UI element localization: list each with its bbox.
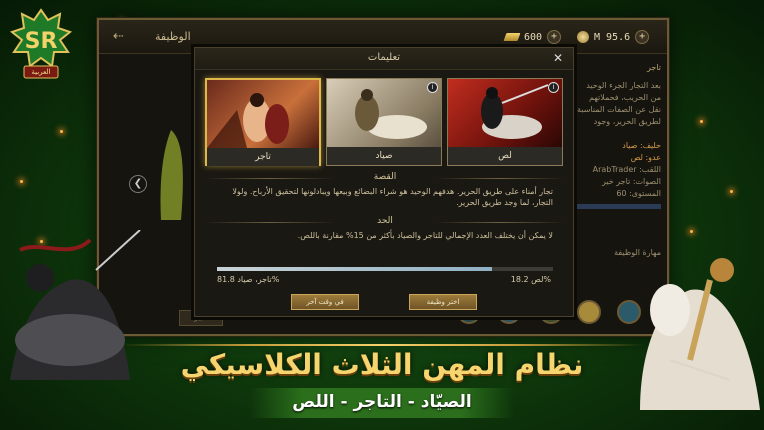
ember-decoration [60,130,63,133]
job-info-line: الصوات: تاجر خير [601,177,661,186]
job-card-thief[interactable]: i لص [447,78,563,166]
job-info-description: بعد التجار الجرء الوحيد من الحريب، فحملا… [577,81,661,126]
dialog-title: تعليمات [367,52,401,63]
job-info-line: اللقب: ArabTrader [592,165,661,174]
later-button[interactable]: في وقت آخر [291,294,359,310]
job-card-trader[interactable]: تاجر [205,78,321,166]
job-level-bar [575,204,661,209]
job-info-line: حليف: صياد [622,141,661,150]
instructions-dialog: تعليمات ✕ تاجر i صياد i لص القصة تجار أم… [194,47,574,317]
story-heading: القصة [205,172,565,182]
game-window: ⇠ الوظيفة 600 + M 95.6 + ❮ تاجر بعد التج… [97,18,669,336]
add-gold-button[interactable]: + [547,30,562,44]
hunter-artwork: i [327,79,441,147]
silver-counter: M 95.6 + [577,28,650,46]
background-figure [160,130,183,220]
info-icon[interactable]: i [548,82,559,93]
thief-percent: لص 18.2% [510,275,551,284]
job-ratio-bar [217,267,553,271]
banner-title: نظام المهن الثلاث الكلاسيكي [180,348,584,381]
close-icon[interactable]: ✕ [553,51,563,65]
svg-text:SR: SR [25,29,58,54]
logo-caption: العربية [31,68,51,76]
job-info-heading: تاجر [646,63,661,72]
add-silver-button[interactable]: + [635,30,650,44]
gold-bar-icon [503,33,521,41]
ember-decoration [730,190,733,193]
limit-text: لا يمكن أن يختلف العدد الإجمالي للتاجر و… [297,231,553,240]
choose-job-button[interactable]: اختر وظيفة [409,294,477,310]
dialog-header: تعليمات ✕ [195,48,573,70]
game-logo: SR العربية [8,6,74,86]
job-card-label: لص [448,147,562,165]
job-info-line: المستوى: 60 [616,189,661,198]
job-info-line: عدو: لص [630,153,661,162]
story-text: تجار أمناء على طريق الحرير. هدفهم الوحيد… [232,187,553,207]
info-icon[interactable]: i [427,82,438,93]
gold-value: 600 [524,31,543,43]
thief-artwork: i [448,79,562,147]
job-card-hunter[interactable]: i صياد [326,78,442,166]
trader-artwork [207,80,319,148]
ember-decoration [700,120,703,123]
limit-heading: الحد [205,216,565,226]
gold-counter: 600 + [503,28,562,46]
silver-value: M 95.6 [594,31,631,43]
banner-subtitle: الصيّاد - التاجر - اللص [292,392,472,412]
job-card-label: صياد [327,147,441,165]
ember-decoration [690,230,693,233]
hud-title: الوظيفة [155,30,191,43]
trader-hunter-percent: تاجر، صياد 81.8% [217,275,280,284]
job-ratio-fill [217,267,492,271]
ember-decoration [20,180,23,183]
back-button[interactable]: ⇠ [113,29,124,44]
job-card-label: تاجر [207,148,319,166]
skill-icon[interactable] [577,300,601,324]
prev-arrow-button[interactable]: ❮ [129,175,147,193]
coin-icon [577,31,589,43]
right-character-art [630,240,764,410]
banner-divider [120,344,644,346]
